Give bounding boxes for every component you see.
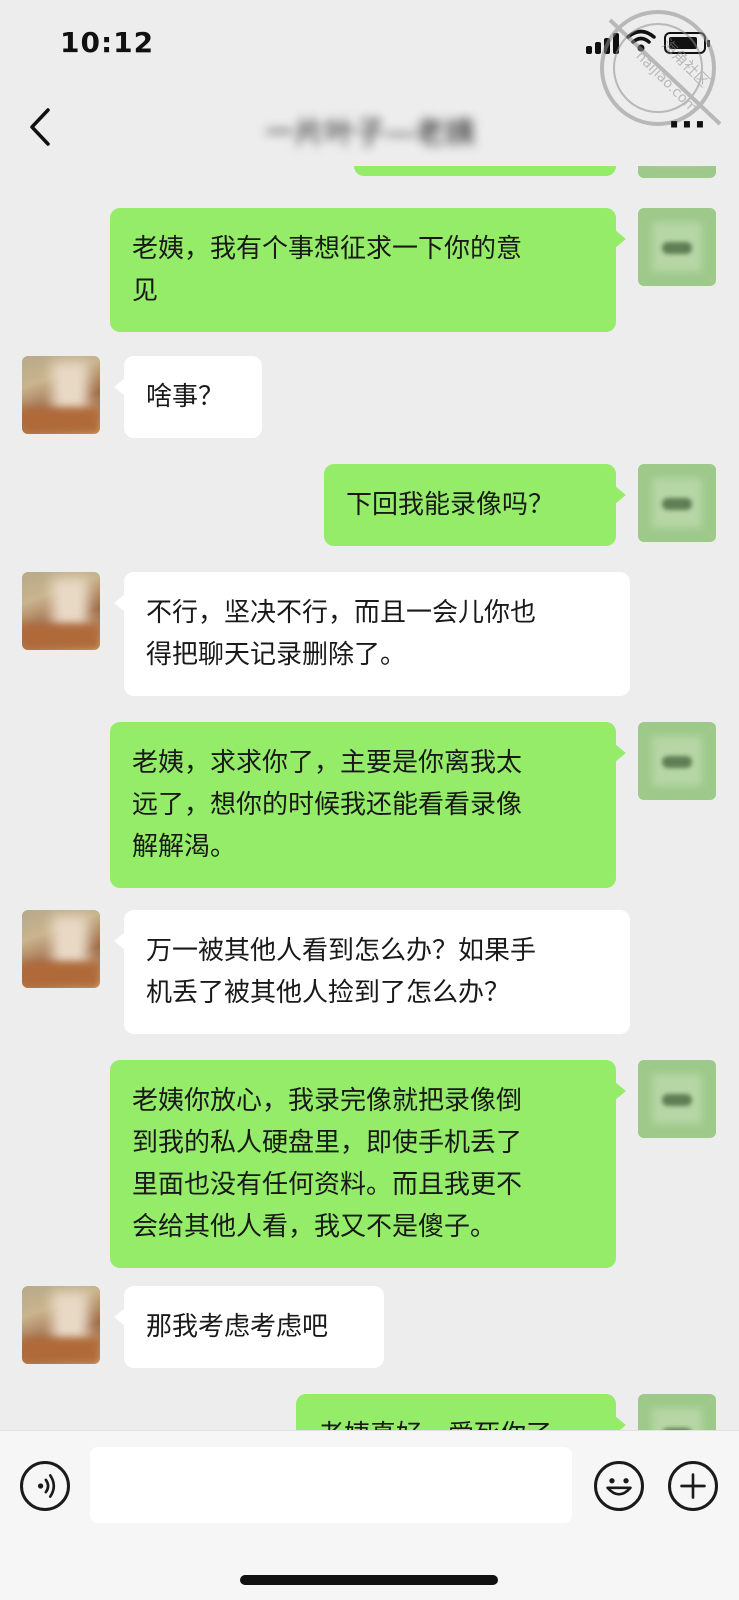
message-line: 那我考虑考虑吧 [146, 1312, 329, 1342]
message-line: 机丢了被其他人捡到了怎么办？ [146, 978, 511, 1008]
message-bubble-partial[interactable] [354, 166, 616, 176]
message-bubble-incoming[interactable]: 那我考虑考虑吧 [114, 1286, 384, 1368]
message-line: 万一被其他人看到怎么办？如果手 [146, 936, 537, 966]
avatar-me[interactable] [638, 208, 716, 286]
message-line: 解解渴。 [132, 832, 237, 862]
message-line: 下回我能录像吗？ [346, 490, 555, 520]
status-time: 10:12 [60, 26, 155, 59]
message-bubble-outgoing[interactable]: 老姨你放心，我录完像就把录像倒 到我的私人硬盘里，即使手机丢了 里面也没有任何资… [110, 1060, 626, 1268]
message-input[interactable] [90, 1447, 572, 1523]
emoji-icon[interactable] [594, 1461, 644, 1511]
message-line: 得把聊天记录删除了。 [146, 640, 407, 670]
message-line: 见 [132, 276, 159, 306]
message-bubble-outgoing[interactable]: 老姨，我有个事想征求一下你的意 见 [110, 208, 626, 332]
avatar-contact[interactable] [22, 572, 100, 650]
plus-icon[interactable] [668, 1461, 718, 1511]
avatar-me[interactable] [638, 166, 716, 178]
message-bubble-outgoing[interactable]: 老姨，求求你了，主要是你离我太 远了，想你的时候我还能看看录像 解解渴。 [110, 722, 626, 888]
voice-icon[interactable] [20, 1461, 70, 1511]
message-bubble-incoming[interactable]: 万一被其他人看到怎么办？如果手 机丢了被其他人捡到了怎么办？ [114, 910, 630, 1034]
message-bubble-outgoing[interactable]: 老姨真好，爱死你了 [296, 1394, 626, 1430]
avatar-me[interactable] [638, 1060, 716, 1138]
avatar-contact[interactable] [22, 910, 100, 988]
avatar-me[interactable] [638, 1394, 716, 1430]
more-dots-icon[interactable]: ··· [662, 108, 712, 146]
home-indicator[interactable] [240, 1575, 498, 1585]
message-line: 会给其他人看，我又不是傻子。 [132, 1212, 497, 1242]
input-bar [0, 1430, 739, 1600]
avatar-contact[interactable] [22, 356, 100, 434]
message-line: 远了，想你的时候我还能看看录像 [132, 790, 523, 820]
message-line: 啥事？ [146, 382, 225, 412]
nav-bar: 一片叶子—老姨 ··· [0, 90, 739, 166]
message-list: 老姨，我有个事想征求一下你的意 见 啥事？ 下回我能录像吗？ 不行，坚决不行，而… [0, 166, 739, 1430]
message-bubble-outgoing[interactable]: 下回我能录像吗？ [324, 464, 626, 546]
chat-title: 一片叶子—老姨 [265, 116, 475, 151]
message-bubble-incoming[interactable]: 不行，坚决不行，而且一会儿你也 得把聊天记录删除了。 [114, 572, 630, 696]
message-line: 不行，坚决不行，而且一会儿你也 [146, 598, 537, 628]
message-line: 里面也没有任何资料。而且我更不 [132, 1170, 523, 1200]
message-line: 老姨真好，爱死你了 [318, 1414, 594, 1430]
avatar-contact[interactable] [22, 1286, 100, 1364]
chat-screen: 10:12 海角社区 haijiao.com 一片叶子—老姨 ··· 老姨，我有… [0, 0, 739, 1600]
message-line: 到我的私人硬盘里，即使手机丢了 [132, 1128, 523, 1158]
message-bubble-incoming[interactable]: 啥事？ [114, 356, 262, 438]
message-line: 老姨，我有个事想征求一下你的意 [132, 234, 523, 264]
message-line: 老姨你放心，我录完像就把录像倒 [132, 1086, 523, 1116]
message-line: 老姨，求求你了，主要是你离我太 [132, 748, 523, 778]
avatar-me[interactable] [638, 464, 716, 542]
avatar-me[interactable] [638, 722, 716, 800]
back-chevron-icon[interactable] [22, 102, 62, 152]
